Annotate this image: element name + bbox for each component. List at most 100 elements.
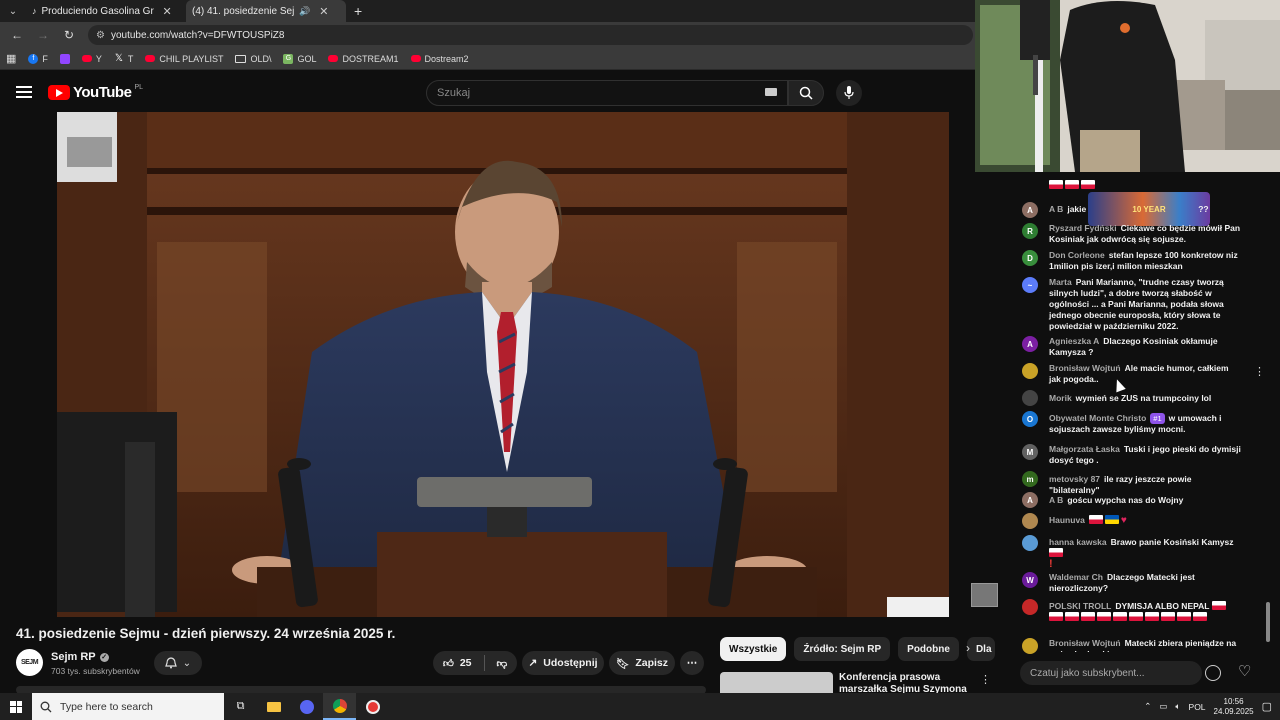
url-text: youtube.com/watch?v=DFWTOUSPiZ8 [110,29,285,41]
chrome-icon[interactable] [323,693,356,720]
forward-button[interactable]: → [32,24,54,46]
related-video-menu-icon[interactable]: ⋮ [980,673,991,686]
bookmark-label: DOSTREAM1 [342,53,399,64]
chat-scrollbar[interactable] [1266,602,1270,642]
webcam-image [975,0,1280,172]
chat-author[interactable]: Marta [1049,277,1072,287]
back-button[interactable]: ← [6,24,28,46]
heart-icon[interactable]: ♡ [1238,662,1251,680]
chat-message: Waldemar Ch Dlaczego Matecki jest nierozl… [1049,572,1241,594]
chat-message: Obywatel Monte Christo #1 w umowach i soju… [1049,413,1241,435]
chat-author[interactable]: POLSKI TROLL [1049,601,1111,611]
bookmark-chil-playlist[interactable]: CHIL PLAYLIST [145,54,223,64]
clock[interactable]: 10:56 24.09.2025 [1214,697,1254,717]
bookmark-t[interactable]: 𝕏T [114,53,134,64]
related-video-title[interactable]: Konferencja prasowa marszałka Sejmu Szym… [839,672,979,694]
chat-author[interactable]: Waldemar Ch [1049,572,1103,582]
app-icon[interactable] [356,693,389,720]
voice-search-button[interactable] [836,80,862,106]
chat-message: metovsky 87 ile razy jeszcze powie "bilat… [1049,474,1241,496]
search-input[interactable]: Szukaj [426,80,788,106]
chip-source[interactable]: Źródło: Sejm RP [794,637,891,661]
save-button[interactable]: 🔖︎ Zapisz [609,651,675,675]
video-title: 41. posiedzenie Sejmu - dzień pierwszy. … [16,626,396,641]
audio-icon[interactable]: 🔊 [299,6,310,17]
chip-all[interactable]: Wszystkie [720,637,787,661]
poland-flag-icon [1161,612,1175,621]
chat-message: Haunuva ♥ [1049,515,1241,526]
tab-search-icon[interactable]: ⌄ [0,0,26,22]
chevron-right-icon[interactable]: › [966,641,970,655]
chat-avatar: ~ [1022,277,1038,293]
bookmark-gol[interactable]: G GOL [283,53,316,64]
bookmark-dostream2[interactable]: Dostream2 [410,54,469,64]
chat-author[interactable]: Bronisław Wojtuń [1049,638,1121,648]
new-tab-button[interactable]: + [354,3,362,19]
chat-message: A B goścu wypcha nas do Wojny [1049,495,1241,506]
chip-for-you[interactable]: Dla [966,637,995,661]
more-actions-button[interactable]: ⋯ [680,651,704,675]
chevron-up-icon[interactable]: ⌃ [1144,701,1151,712]
keyboard-icon[interactable] [765,88,777,96]
tab-gasolina[interactable]: ♪ Produciendo Gasolina Gratis co ✕ [26,0,186,22]
taskbar-search-input[interactable]: Type here to search [32,693,224,720]
chat-author[interactable]: A B [1049,495,1063,505]
chat-author[interactable]: Morik [1049,393,1072,403]
poland-flag-icon [1088,515,1103,524]
apps-icon[interactable]: ▦ [6,52,16,65]
chat-message: Morik wymień se ZUS na trumpcoiny lol [1049,393,1241,404]
close-tab-icon[interactable]: ✕ [319,5,328,18]
chat-author[interactable]: Małgorzata Łaska [1049,444,1120,454]
chat-message-list[interactable]: 10 YEAR A A Bjakie?? R Ryszard Fydński Ci… [1010,172,1280,654]
menu-icon[interactable] [16,86,32,98]
chat-author[interactable]: Haunuva [1049,515,1085,525]
site-info-icon[interactable]: ⚙ [96,30,105,41]
reload-button[interactable]: ↻ [58,24,80,46]
chat-author[interactable]: Ryszard Fydński [1049,223,1117,233]
start-button[interactable] [0,693,32,720]
bookmark-y[interactable]: Y [81,54,102,64]
url-input[interactable]: ⚙ youtube.com/watch?v=DFWTOUSPiZ8 [88,25,973,45]
miniplayer-thumbnail[interactable] [971,583,998,607]
chat-author[interactable]: Bronisław Wojtuń [1049,363,1121,373]
related-filter-chips: Wszystkie Źródło: Sejm RP Podobne Dla [720,637,995,661]
chat-avatar: M [1022,444,1038,460]
bookmark-twitch[interactable] [59,53,70,64]
chat-author[interactable]: A B [1049,204,1063,214]
region-code: PL [134,84,143,91]
chat-input[interactable]: Czatuj jako subskrybent... [1020,661,1202,685]
bookmark-label: OLD\ [250,53,272,64]
chat-author[interactable]: metovsky 87 [1049,474,1100,484]
language-indicator[interactable]: POL [1189,702,1206,712]
taskbar-search-placeholder: Type here to search [60,700,153,713]
network-icon[interactable]: ▭ [1159,701,1167,712]
chat-author[interactable]: Agnieszka A [1049,336,1099,346]
tab-sejm[interactable]: (4) 41. posiedzenie Sejmu - 🔊 ✕ [186,0,346,22]
volume-icon[interactable]: 🔈︎ [1175,701,1180,712]
youtube-logo[interactable]: YouTube PL [48,84,143,101]
video-player[interactable] [57,112,949,617]
channel-avatar[interactable]: SEJM [16,649,43,676]
channel-name-link[interactable]: Sejm RP ✓ [51,651,109,663]
discord-icon[interactable] [290,693,323,720]
notification-icon[interactable]: ▢ [1262,700,1272,713]
chat-avatar: A [1022,202,1038,218]
thumbs-up-icon[interactable]: 👍︎ [443,657,454,670]
close-tab-icon[interactable]: ✕ [163,5,172,18]
chat-author[interactable]: Don Corleone [1049,250,1105,260]
task-view-icon[interactable]: ⧉ [224,693,257,720]
bookmark-old[interactable]: OLD\ [235,54,271,64]
bookmark-f[interactable]: fF [28,53,48,64]
file-explorer-icon[interactable] [257,693,290,720]
thumbs-down-icon[interactable]: 👎︎ [497,657,508,670]
search-button[interactable] [788,80,824,106]
chat-author[interactable]: Obywatel Monte Christo [1049,413,1146,423]
bookmark-icon: 🔖︎ [615,657,630,670]
share-button[interactable]: ↗ Udostępnij [522,651,604,675]
bookmark-dostream1[interactable]: DOSTREAM1 [328,53,399,64]
chip-similar[interactable]: Podobne [898,637,959,661]
notifications-button[interactable]: ⌄ [154,651,202,675]
chat-message-menu-icon[interactable]: ⋮ [1254,365,1265,378]
emoji-icon[interactable] [1205,665,1221,681]
chat-author[interactable]: hanna kawska [1049,537,1107,547]
